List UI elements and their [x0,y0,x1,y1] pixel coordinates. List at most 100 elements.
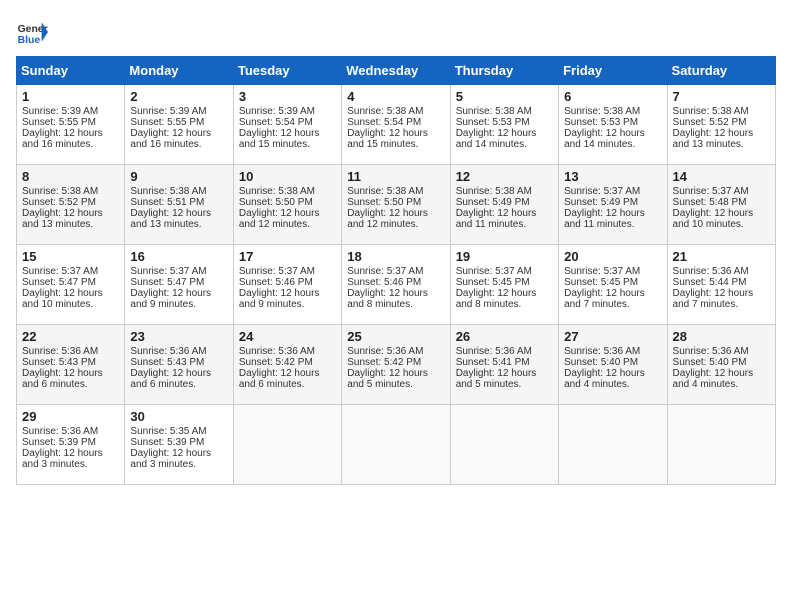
day-info: Sunrise: 5:37 AMSunset: 5:47 PMDaylight:… [130,266,211,310]
logo-icon: General Blue [16,16,48,48]
day-number: 25 [347,329,444,344]
calendar-day-cell: 16 Sunrise: 5:37 AMSunset: 5:47 PMDayligh… [125,245,233,325]
calendar-day-cell: 6 Sunrise: 5:38 AMSunset: 5:53 PMDaylight… [559,85,667,165]
day-number: 26 [456,329,553,344]
day-number: 17 [239,249,336,264]
empty-cell [667,405,775,485]
day-info: Sunrise: 5:37 AMSunset: 5:45 PMDaylight:… [456,266,537,310]
calendar-day-cell: 12 Sunrise: 5:38 AMSunset: 5:49 PMDayligh… [450,165,558,245]
header: General Blue [16,16,776,48]
calendar-day-cell: 29 Sunrise: 5:36 AMSunset: 5:39 PMDayligh… [17,405,125,485]
day-number: 5 [456,89,553,104]
logo: General Blue [16,16,48,48]
day-info: Sunrise: 5:36 AMSunset: 5:39 PMDaylight:… [22,426,103,470]
day-number: 18 [347,249,444,264]
day-info: Sunrise: 5:37 AMSunset: 5:46 PMDaylight:… [347,266,428,310]
day-number: 20 [564,249,661,264]
weekday-header-wednesday: Wednesday [342,57,450,85]
calendar-day-cell: 18 Sunrise: 5:37 AMSunset: 5:46 PMDayligh… [342,245,450,325]
calendar-day-cell: 4Sunrise: 5:38 AMSunset: 5:54 PMDaylight… [342,85,450,165]
weekday-header-row: SundayMondayTuesdayWednesdayThursdayFrid… [17,57,776,85]
day-info: Sunrise: 5:37 AMSunset: 5:48 PMDaylight:… [673,186,754,230]
calendar-day-cell: 5 Sunrise: 5:38 AMSunset: 5:53 PMDaylight… [450,85,558,165]
calendar-day-cell: 25 Sunrise: 5:36 AMSunset: 5:42 PMDayligh… [342,325,450,405]
calendar-day-cell: 30 Sunrise: 5:35 AMSunset: 5:39 PMDayligh… [125,405,233,485]
day-number: 15 [22,249,119,264]
day-number: 29 [22,409,119,424]
calendar-day-cell: 3 Sunrise: 5:39 AMSunset: 5:54 PMDaylight… [233,85,341,165]
day-info: Sunrise: 5:39 AMSunset: 5:54 PMDaylight:… [239,106,320,150]
day-info: Sunrise: 5:38 AMSunset: 5:52 PMDaylight:… [673,106,754,150]
day-number: 11 [347,169,444,184]
day-number: 24 [239,329,336,344]
calendar-day-cell: 22Sunrise: 5:36 AMSunset: 5:43 PMDayligh… [17,325,125,405]
day-info: Sunrise: 5:38 AMSunset: 5:53 PMDaylight:… [564,106,645,150]
calendar-day-cell: 17 Sunrise: 5:37 AMSunset: 5:46 PMDayligh… [233,245,341,325]
calendar-day-cell: 27Sunrise: 5:36 AMSunset: 5:40 PMDayligh… [559,325,667,405]
svg-text:Blue: Blue [18,35,41,46]
day-number: 9 [130,169,227,184]
calendar-day-cell: 9 Sunrise: 5:38 AMSunset: 5:51 PMDaylight… [125,165,233,245]
day-number: 8 [22,169,119,184]
empty-cell [233,405,341,485]
day-number: 19 [456,249,553,264]
calendar-week-row: 22 Sunrise: 5:36 AMSunset: 5:43 PMDayligh… [17,325,776,405]
day-number: 13 [564,169,661,184]
day-info: Sunrise: 5:35 AMSunset: 5:39 PMDaylight:… [130,426,211,470]
day-info: Sunrise: 5:36 AMSunset: 5:43 PMDaylight:… [130,346,211,390]
calendar-week-row: 8 Sunrise: 5:38 AMSunset: 5:52 PMDaylight… [17,165,776,245]
day-info: Sunrise: 5:39 AMSunset: 5:55 PMDaylight:… [22,106,103,150]
calendar-day-cell: 19 Sunrise: 5:37 AMSunset: 5:45 PMDayligh… [450,245,558,325]
day-number: 28 [673,329,770,344]
calendar-day-cell: 13 Sunrise: 5:37 AMSunset: 5:49 PMDayligh… [559,165,667,245]
day-info: Sunrise: 5:36 AMSunset: 5:42 PMDaylight:… [239,346,320,390]
day-info: Sunrise: 5:38 AMSunset: 5:51 PMDaylight:… [130,186,211,230]
calendar-week-row: 15 Sunrise: 5:37 AMSunset: 5:47 PMDayligh… [17,245,776,325]
day-number: 30 [130,409,227,424]
day-info: Sunrise: 5:38 AMSunset: 5:52 PMDaylight:… [22,186,103,230]
calendar-day-cell: 14 Sunrise: 5:37 AMSunset: 5:48 PMDayligh… [667,165,775,245]
day-info: Sunrise: 5:36 AMSunset: 5:42 PMDaylight:… [347,346,428,390]
calendar-day-cell: 23Sunrise: 5:36 AMSunset: 5:43 PMDayligh… [125,325,233,405]
calendar-day-cell: 21 Sunrise: 5:36 AMSunset: 5:44 PMDayligh… [667,245,775,325]
calendar-day-cell: 26 Sunrise: 5:36 AMSunset: 5:41 PMDayligh… [450,325,558,405]
calendar-day-cell: 8 Sunrise: 5:38 AMSunset: 5:52 PMDaylight… [17,165,125,245]
day-number: 7 [673,89,770,104]
weekday-header-friday: Friday [559,57,667,85]
weekday-header-monday: Monday [125,57,233,85]
weekday-header-saturday: Saturday [667,57,775,85]
calendar-week-row: 29 Sunrise: 5:36 AMSunset: 5:39 PMDayligh… [17,405,776,485]
day-number: 4 [347,89,444,104]
day-info: Sunrise: 5:38 AMSunset: 5:53 PMDaylight:… [456,106,537,150]
day-number: 12 [456,169,553,184]
calendar-day-cell: 15Sunrise: 5:37 AMSunset: 5:47 PMDayligh… [17,245,125,325]
calendar-day-cell: 10 Sunrise: 5:38 AMSunset: 5:50 PMDayligh… [233,165,341,245]
day-info: Sunrise: 5:36 AMSunset: 5:41 PMDaylight:… [456,346,537,390]
weekday-header-sunday: Sunday [17,57,125,85]
day-info: Sunrise: 5:37 AMSunset: 5:49 PMDaylight:… [564,186,645,230]
calendar-day-cell: 24 Sunrise: 5:36 AMSunset: 5:42 PMDayligh… [233,325,341,405]
day-number: 21 [673,249,770,264]
day-info: Sunrise: 5:38 AMSunset: 5:50 PMDaylight:… [239,186,320,230]
day-number: 2 [130,89,227,104]
day-number: 10 [239,169,336,184]
calendar-week-row: 1 Sunrise: 5:39 AMSunset: 5:55 PMDaylight… [17,85,776,165]
day-info: Sunrise: 5:36 AMSunset: 5:44 PMDaylight:… [673,266,754,310]
calendar-day-cell: 11 Sunrise: 5:38 AMSunset: 5:50 PMDayligh… [342,165,450,245]
calendar-day-cell: 7 Sunrise: 5:38 AMSunset: 5:52 PMDaylight… [667,85,775,165]
day-number: 6 [564,89,661,104]
day-info: Sunrise: 5:38 AMSunset: 5:49 PMDaylight:… [456,186,537,230]
day-number: 22 [22,329,119,344]
day-number: 16 [130,249,227,264]
weekday-header-thursday: Thursday [450,57,558,85]
day-info: Sunrise: 5:38 AMSunset: 5:50 PMDaylight:… [347,186,428,230]
day-info: Sunrise: 5:37 AMSunset: 5:46 PMDaylight:… [239,266,320,310]
day-number: 14 [673,169,770,184]
calendar-day-cell: 2Sunrise: 5:39 AMSunset: 5:55 PMDaylight… [125,85,233,165]
day-info: Sunrise: 5:36 AMSunset: 5:40 PMDaylight:… [673,346,754,390]
day-info: Sunrise: 5:37 AMSunset: 5:45 PMDaylight:… [564,266,645,310]
day-number: 3 [239,89,336,104]
empty-cell [342,405,450,485]
day-number: 1 [22,89,119,104]
calendar-table: SundayMondayTuesdayWednesdayThursdayFrid… [16,56,776,485]
